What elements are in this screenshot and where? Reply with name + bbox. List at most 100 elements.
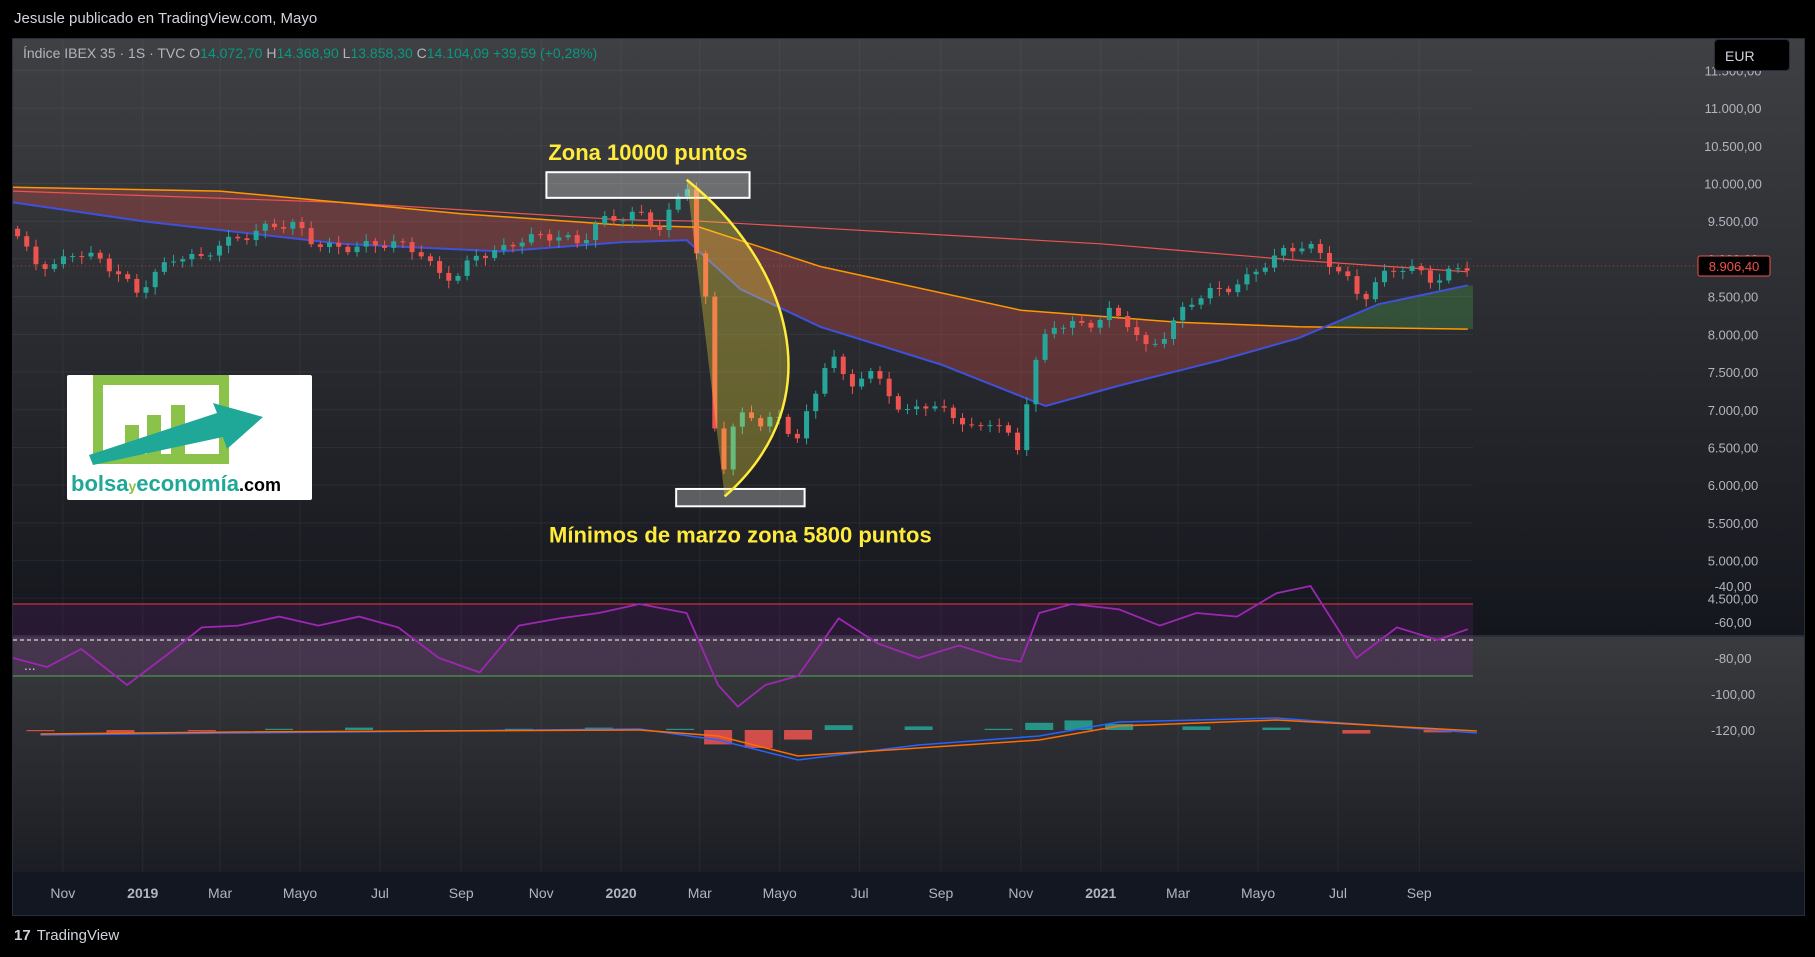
- price-tick-label: 8.000,00: [1708, 327, 1759, 342]
- candle-body: [1042, 333, 1048, 360]
- candle-body: [1106, 307, 1112, 321]
- time-tick-label: Sep: [928, 885, 953, 901]
- candle-body: [143, 287, 149, 293]
- rsi-tick-label: -80,00: [1715, 651, 1752, 666]
- candle-body: [1070, 320, 1076, 328]
- zone-5800-label: Mínimos de marzo zona 5800 puntos: [549, 522, 932, 547]
- chart-frame[interactable]: Zona 10000 puntos Mínimos de marzo zona 5…: [12, 38, 1805, 916]
- time-axis-background: [13, 872, 1804, 915]
- candle-body: [1088, 322, 1094, 328]
- candle-body: [473, 255, 479, 261]
- tradingview-brand-text: TradingView: [36, 927, 120, 944]
- candle-body: [427, 256, 433, 262]
- candle-body: [207, 255, 213, 257]
- last-price-label: 8.906,40: [1709, 259, 1760, 274]
- candle-body: [538, 234, 544, 236]
- candle-body: [1290, 247, 1296, 252]
- price-tick-label: 6.500,00: [1708, 440, 1759, 455]
- candle-body: [1281, 247, 1287, 256]
- tradingview-brand[interactable]: 17 TradingView: [14, 927, 119, 944]
- currency-button[interactable]: EUR: [1714, 39, 1790, 71]
- candle-body: [501, 244, 507, 251]
- time-tick-label: Mar: [1166, 885, 1190, 901]
- macd-histogram-bar: [744, 730, 773, 748]
- candle-body: [1216, 287, 1222, 289]
- candle-body: [437, 261, 443, 273]
- candle-body: [859, 378, 865, 387]
- candle-body: [904, 409, 910, 411]
- candle-body: [1079, 320, 1085, 323]
- candle-body: [1235, 284, 1241, 293]
- candle-body: [813, 393, 819, 412]
- time-tick-label: Mar: [208, 885, 232, 901]
- price-tick-label: 5.500,00: [1708, 516, 1759, 531]
- candle-body: [42, 264, 48, 269]
- macd-histogram-bar: [26, 730, 55, 732]
- macd-histogram-bar: [984, 728, 1013, 730]
- candle-body: [1455, 268, 1461, 270]
- candle-body: [960, 418, 966, 425]
- candle-body: [1097, 320, 1103, 328]
- candle-body: [70, 256, 76, 258]
- logo-wordmark: bolsayeconomía.com: [71, 471, 281, 496]
- open-label: O: [189, 45, 201, 61]
- symbol-legend[interactable]: Índice IBEX 35 · 1S · TVC O14.072,70 H14…: [23, 45, 597, 61]
- macd-histogram-bar: [904, 726, 933, 730]
- candle-body: [547, 234, 553, 241]
- high-label: H: [266, 45, 277, 61]
- candle-body: [1354, 276, 1360, 294]
- candle-body: [932, 406, 938, 409]
- candle-body: [1115, 307, 1121, 317]
- candle-body: [418, 252, 424, 257]
- candle-body: [657, 225, 663, 230]
- price-tick-label: 7.000,00: [1708, 403, 1759, 418]
- open-value: 14.072,70: [200, 45, 263, 61]
- candle-body: [308, 228, 314, 245]
- candle-body: [125, 274, 131, 279]
- candle-body: [840, 356, 846, 375]
- time-tick-label: Mayo: [283, 885, 317, 901]
- candle-body: [583, 240, 589, 244]
- candle-body: [134, 278, 140, 293]
- candle-body: [868, 371, 874, 379]
- candle-body: [804, 411, 810, 439]
- candle-body: [1464, 268, 1470, 271]
- macd-histogram-bar: [666, 728, 695, 730]
- time-tick-label: Mayo: [763, 885, 797, 901]
- price-tick-label: 7.500,00: [1708, 365, 1759, 380]
- candle-body: [281, 227, 287, 229]
- candle-body: [244, 238, 250, 241]
- attribution-bar: Jesusle publicado en TradingView.com, Ma…: [0, 0, 1815, 38]
- time-tick-label: 2020: [606, 885, 637, 901]
- candle-body: [51, 264, 57, 269]
- candle-body: [510, 244, 516, 247]
- symbol-name[interactable]: Índice IBEX 35 · 1S · TVC: [23, 45, 185, 61]
- indicator-menu-button[interactable]: ...: [24, 657, 36, 673]
- low-value: 13.858,30: [350, 45, 413, 61]
- candle-body: [923, 406, 929, 409]
- candle-body: [574, 235, 580, 244]
- price-tick-label: 10.000,00: [1704, 177, 1762, 192]
- candle-body: [372, 240, 378, 246]
- candle-body: [1363, 293, 1369, 300]
- candle-body: [290, 221, 296, 229]
- candle-body: [602, 216, 608, 224]
- candle-body: [978, 425, 984, 427]
- time-tick-label: Mar: [688, 885, 712, 901]
- candle-body: [629, 211, 635, 221]
- candle-body: [15, 228, 21, 237]
- macd-histogram-bar: [106, 730, 135, 733]
- candle-body: [455, 275, 461, 281]
- candle-body: [106, 258, 112, 272]
- zone-5800-box: [675, 487, 806, 508]
- candle-body: [446, 272, 452, 281]
- candle-body: [409, 242, 415, 253]
- candle-body: [969, 424, 975, 426]
- candle-body: [620, 220, 626, 222]
- macd-histogram-bar: [1182, 726, 1211, 730]
- tradingview-logo-icon: 17: [14, 927, 31, 944]
- candle-body: [152, 271, 158, 288]
- bolsayeconomia-logo: bolsayeconomía.com: [67, 375, 312, 500]
- candle-body: [216, 245, 222, 256]
- candle-body: [1005, 425, 1011, 433]
